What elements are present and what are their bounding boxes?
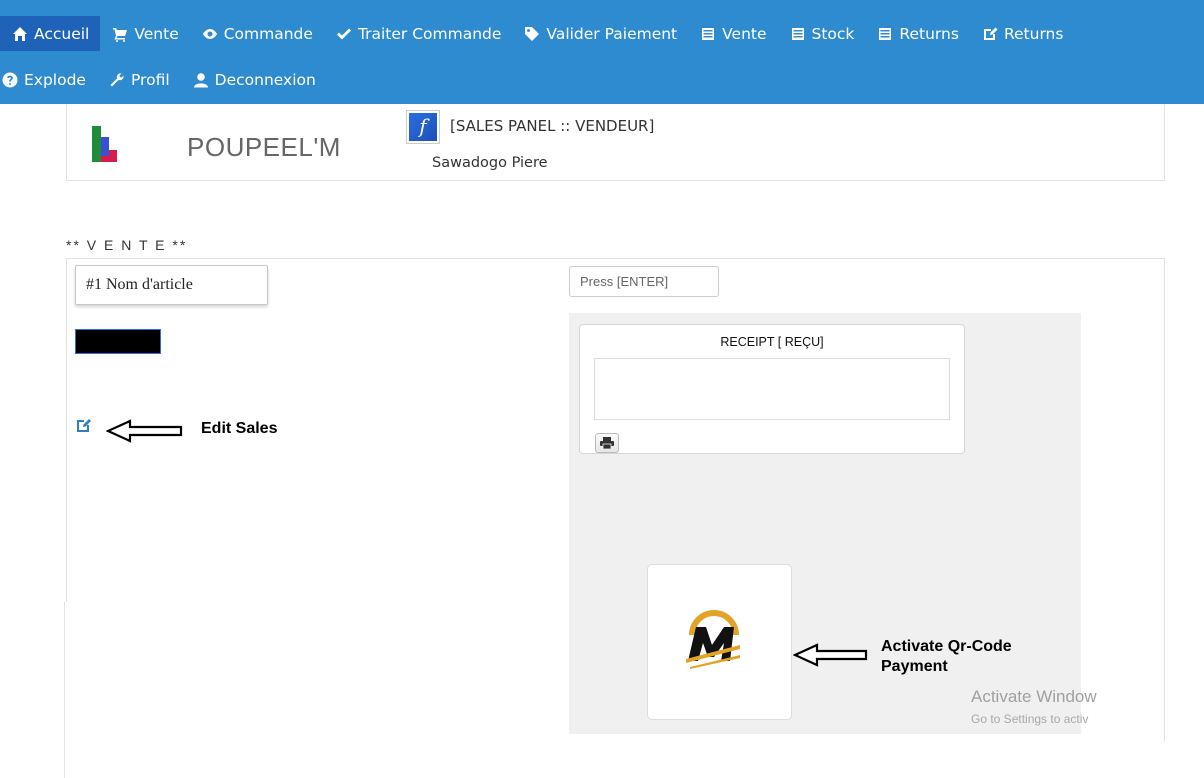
nav-item-profil[interactable]: Profil [97, 62, 181, 97]
question-icon [1, 71, 19, 89]
edit-icon [981, 25, 999, 43]
print-button[interactable] [595, 433, 619, 453]
qr-payment-arrow-icon [793, 643, 868, 667]
tag-icon [523, 25, 541, 43]
nav-item-label: Deconnexion [214, 70, 316, 89]
nav-item-vente[interactable]: Vente [100, 16, 189, 51]
qr-payment-annotation: Activate Qr-Code Payment [881, 637, 1012, 677]
nav-item-label: Stock [811, 24, 855, 43]
panel-icon-letter: f [409, 113, 437, 141]
nav-item-label: Traiter Commande [357, 24, 502, 43]
panel-title: [SALES PANEL :: VENDEUR] [450, 117, 655, 135]
wrench-icon [108, 71, 126, 89]
printer-icon [600, 437, 614, 449]
nav-item-commande[interactable]: Commande [190, 16, 324, 51]
frame-right-border [1164, 602, 1165, 742]
qr-annotation-line-1: Activate Qr-Code [881, 638, 1012, 655]
user-name: Sawadogo Piere [432, 155, 548, 171]
panel-app-icon: f [406, 110, 440, 144]
top-navbar: Accueil Vente Commande Traiter Commande … [0, 0, 1204, 104]
nav-item-deconnexion[interactable]: Deconnexion [181, 62, 327, 97]
edit-sales-arrow-icon [106, 419, 183, 443]
edit-sales-annotation: Edit Sales [201, 420, 278, 437]
check-icon [335, 25, 353, 43]
navbar-row-1: Accueil Vente Commande Traiter Commande … [0, 16, 1074, 51]
user-icon [192, 71, 210, 89]
nav-item-explode[interactable]: Explode [0, 62, 97, 97]
receipt-card: RECEIPT [ REÇU] [579, 324, 965, 454]
nav-item-returns-edit[interactable]: Returns [970, 16, 1075, 51]
nav-item-valider-paiement[interactable]: Valider Paiement [512, 16, 688, 51]
list-icon [699, 25, 717, 43]
nav-item-label: Profil [130, 70, 170, 89]
nav-item-vente-list[interactable]: Vente [688, 16, 777, 51]
nav-item-label: Vente [134, 24, 179, 43]
enter-input[interactable] [569, 266, 719, 297]
list-icon [789, 25, 807, 43]
eye-icon [201, 25, 219, 43]
nav-item-accueil[interactable]: Accueil [0, 16, 101, 51]
article-name-input[interactable] [75, 265, 268, 305]
list-icon [876, 25, 894, 43]
section-label-vente: ** V E N T E ** [66, 237, 188, 253]
nav-item-label: Returns [1003, 24, 1064, 43]
navbar-row-2: Explode Profil Deconnexion [0, 62, 327, 97]
frame-left-border [64, 602, 65, 778]
nav-item-label: Accueil [34, 24, 90, 43]
nav-item-label: Returns [899, 24, 959, 43]
nav-item-traiter-commande[interactable]: Traiter Commande [324, 16, 512, 51]
home-icon [11, 25, 29, 43]
nav-item-label: Explode [24, 70, 86, 89]
nav-item-label: Valider Paiement [546, 24, 678, 43]
nav-item-stock[interactable]: Stock [778, 16, 866, 51]
qr-payment-button[interactable] [647, 564, 792, 720]
nav-item-label: Commande [223, 24, 313, 43]
brand-logo-icon [92, 126, 117, 162]
brand-name: POUPEEL'M [187, 132, 341, 162]
qr-annotation-line-2: Payment [881, 658, 948, 675]
receipt-title: RECEIPT [ REÇU] [720, 335, 824, 349]
windows-activation-hint: Go to Settings to activ [971, 712, 1089, 726]
redacted-field[interactable] [75, 329, 161, 354]
app-header: POUPEEL'M f [SALES PANEL :: VENDEUR] Saw… [66, 104, 1165, 181]
cart-icon [111, 25, 129, 43]
edit-sales-icon[interactable] [76, 417, 92, 433]
windows-activation-watermark: Activate Window [971, 687, 1097, 706]
mobile-money-logo-icon [686, 610, 740, 669]
nav-item-returns-list[interactable]: Returns [865, 16, 970, 51]
nav-item-label: Vente [722, 24, 767, 43]
receipt-content-area [594, 358, 950, 420]
